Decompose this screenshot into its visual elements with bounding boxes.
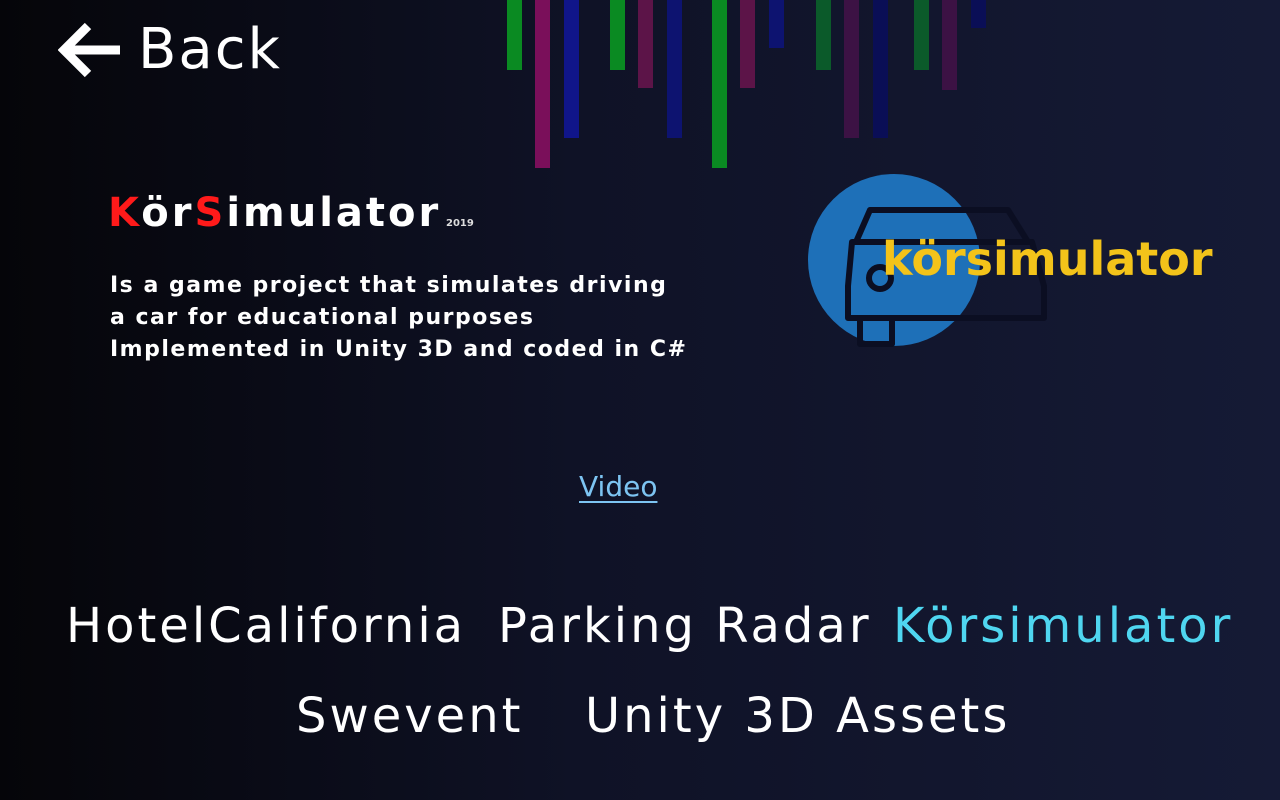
project-year: 2019: [446, 218, 474, 229]
decorative-bar: [535, 0, 550, 168]
title-part-or: ör: [141, 190, 195, 236]
title-part-imulator: imulator: [226, 190, 442, 236]
decorative-bar: [942, 0, 957, 90]
decorative-bar: [914, 0, 929, 70]
decorative-bar: [769, 0, 784, 48]
description-line: Is a game project that simulates driving: [110, 273, 668, 298]
decorative-bar: [667, 0, 682, 138]
decorative-bar: [740, 0, 755, 88]
project-description: Is a game project that simulates driving…: [110, 270, 687, 366]
title-part-s: S: [194, 190, 227, 236]
description-line: a car for educational purposes: [110, 305, 535, 330]
nav-item-unity-3d-assets[interactable]: Unity 3D Assets: [585, 692, 1010, 740]
title-part-k: K: [108, 190, 142, 236]
decorative-bar: [971, 0, 986, 28]
decorative-bar: [844, 0, 859, 138]
decorative-bars: [507, 0, 986, 168]
description-line: Implemented in Unity 3D and coded in C#: [110, 337, 688, 362]
decorative-bar: [507, 0, 522, 70]
video-link[interactable]: Video: [579, 470, 657, 503]
nav-item-hotelcalifornia[interactable]: HotelCalifornia: [66, 602, 466, 650]
decorative-bar: [816, 0, 831, 70]
logo-text: körsimulator: [882, 232, 1213, 286]
decorative-bar: [873, 0, 888, 138]
nav-item-parking-radar[interactable]: Parking Radar: [498, 602, 872, 650]
korsimulator-logo: körsimulator: [808, 174, 1213, 347]
nav-item-korsimulator[interactable]: Körsimulator: [893, 602, 1233, 650]
decorative-bar: [638, 0, 653, 88]
decorative-bar: [564, 0, 579, 138]
decorative-bar: [712, 0, 727, 168]
decorative-bar: [610, 0, 625, 70]
nav-item-swevent[interactable]: Swevent: [296, 692, 523, 740]
project-title: KörSimulator: [108, 190, 441, 236]
